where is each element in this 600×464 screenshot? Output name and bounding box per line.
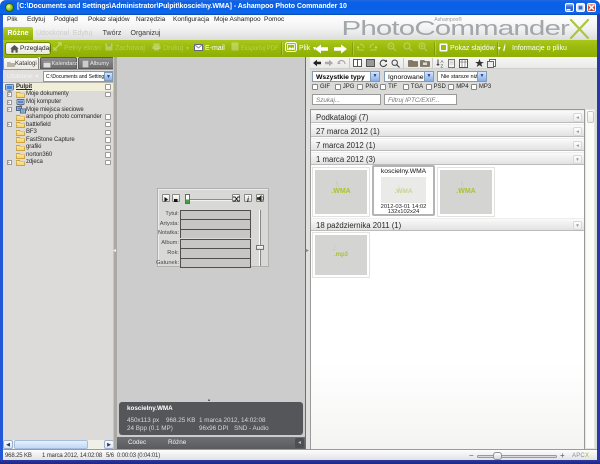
svg-text:Z: Z (441, 64, 444, 69)
